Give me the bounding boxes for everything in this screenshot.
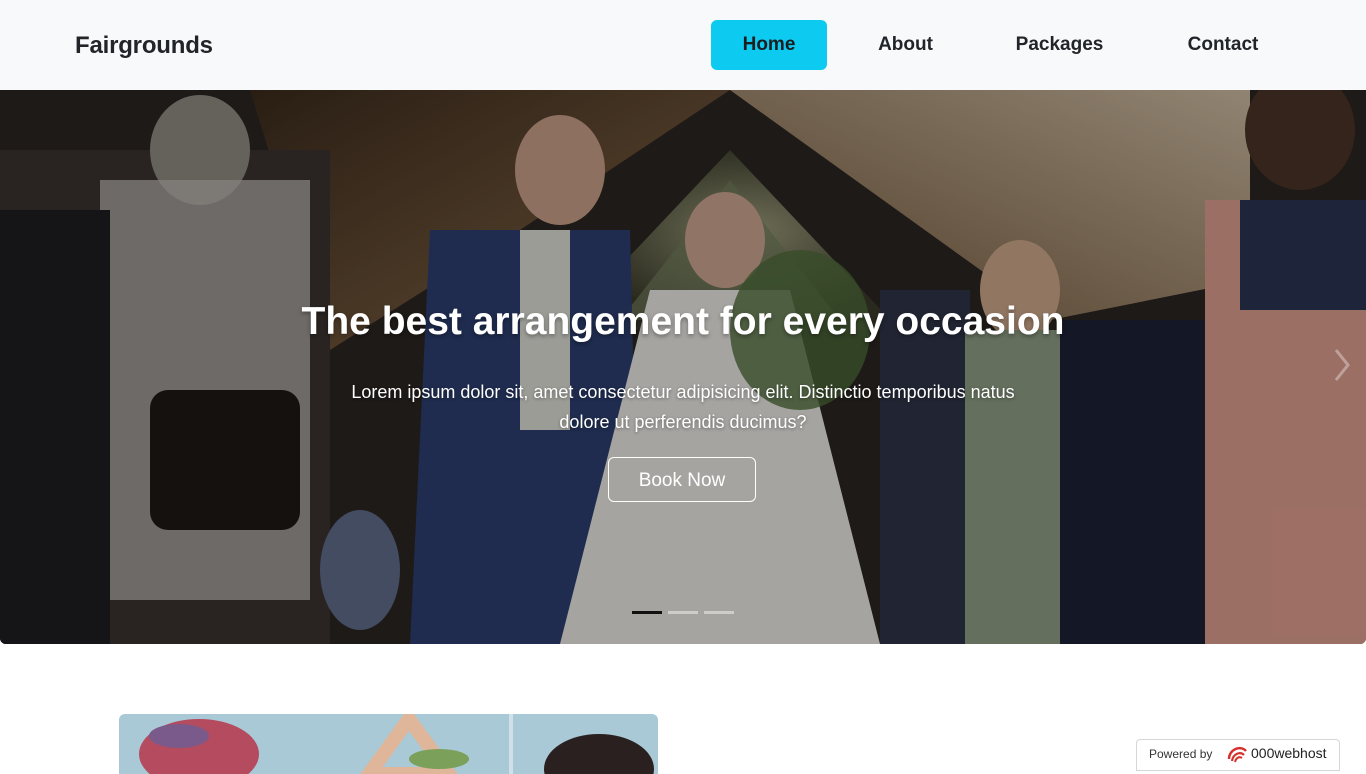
000webhost-logo-icon bbox=[1227, 747, 1247, 763]
carousel-indicator-2[interactable] bbox=[668, 611, 698, 614]
navbar: Fairgrounds Home About Packages Contact bbox=[0, 0, 1366, 90]
brand-logo-text[interactable]: Fairgrounds bbox=[75, 30, 213, 62]
hero-description: Lorem ipsum dolor sit, amet consectetur … bbox=[351, 382, 1015, 432]
nav-link-home[interactable]: Home bbox=[711, 20, 827, 70]
nav-link-about[interactable]: About bbox=[858, 20, 953, 70]
hero-carousel: The best arrangement for every occasion … bbox=[0, 90, 1366, 644]
book-now-button[interactable]: Book Now bbox=[608, 457, 756, 502]
nav-link-packages[interactable]: Packages bbox=[996, 20, 1123, 70]
carousel-indicator-1[interactable] bbox=[632, 611, 662, 614]
hero-dark-overlay bbox=[0, 90, 1366, 644]
nav-link-contact[interactable]: Contact bbox=[1166, 20, 1280, 70]
carousel-indicator-3[interactable] bbox=[704, 611, 734, 614]
feature-image bbox=[119, 714, 658, 774]
powered-by-brand: 000webhost bbox=[1251, 745, 1327, 761]
powered-by-badge[interactable]: Powered by 000webhost bbox=[1136, 739, 1340, 771]
hero-title: The best arrangement for every occasion bbox=[301, 300, 1065, 343]
powered-by-label: Powered by bbox=[1149, 747, 1213, 761]
feature-photo bbox=[119, 714, 658, 774]
